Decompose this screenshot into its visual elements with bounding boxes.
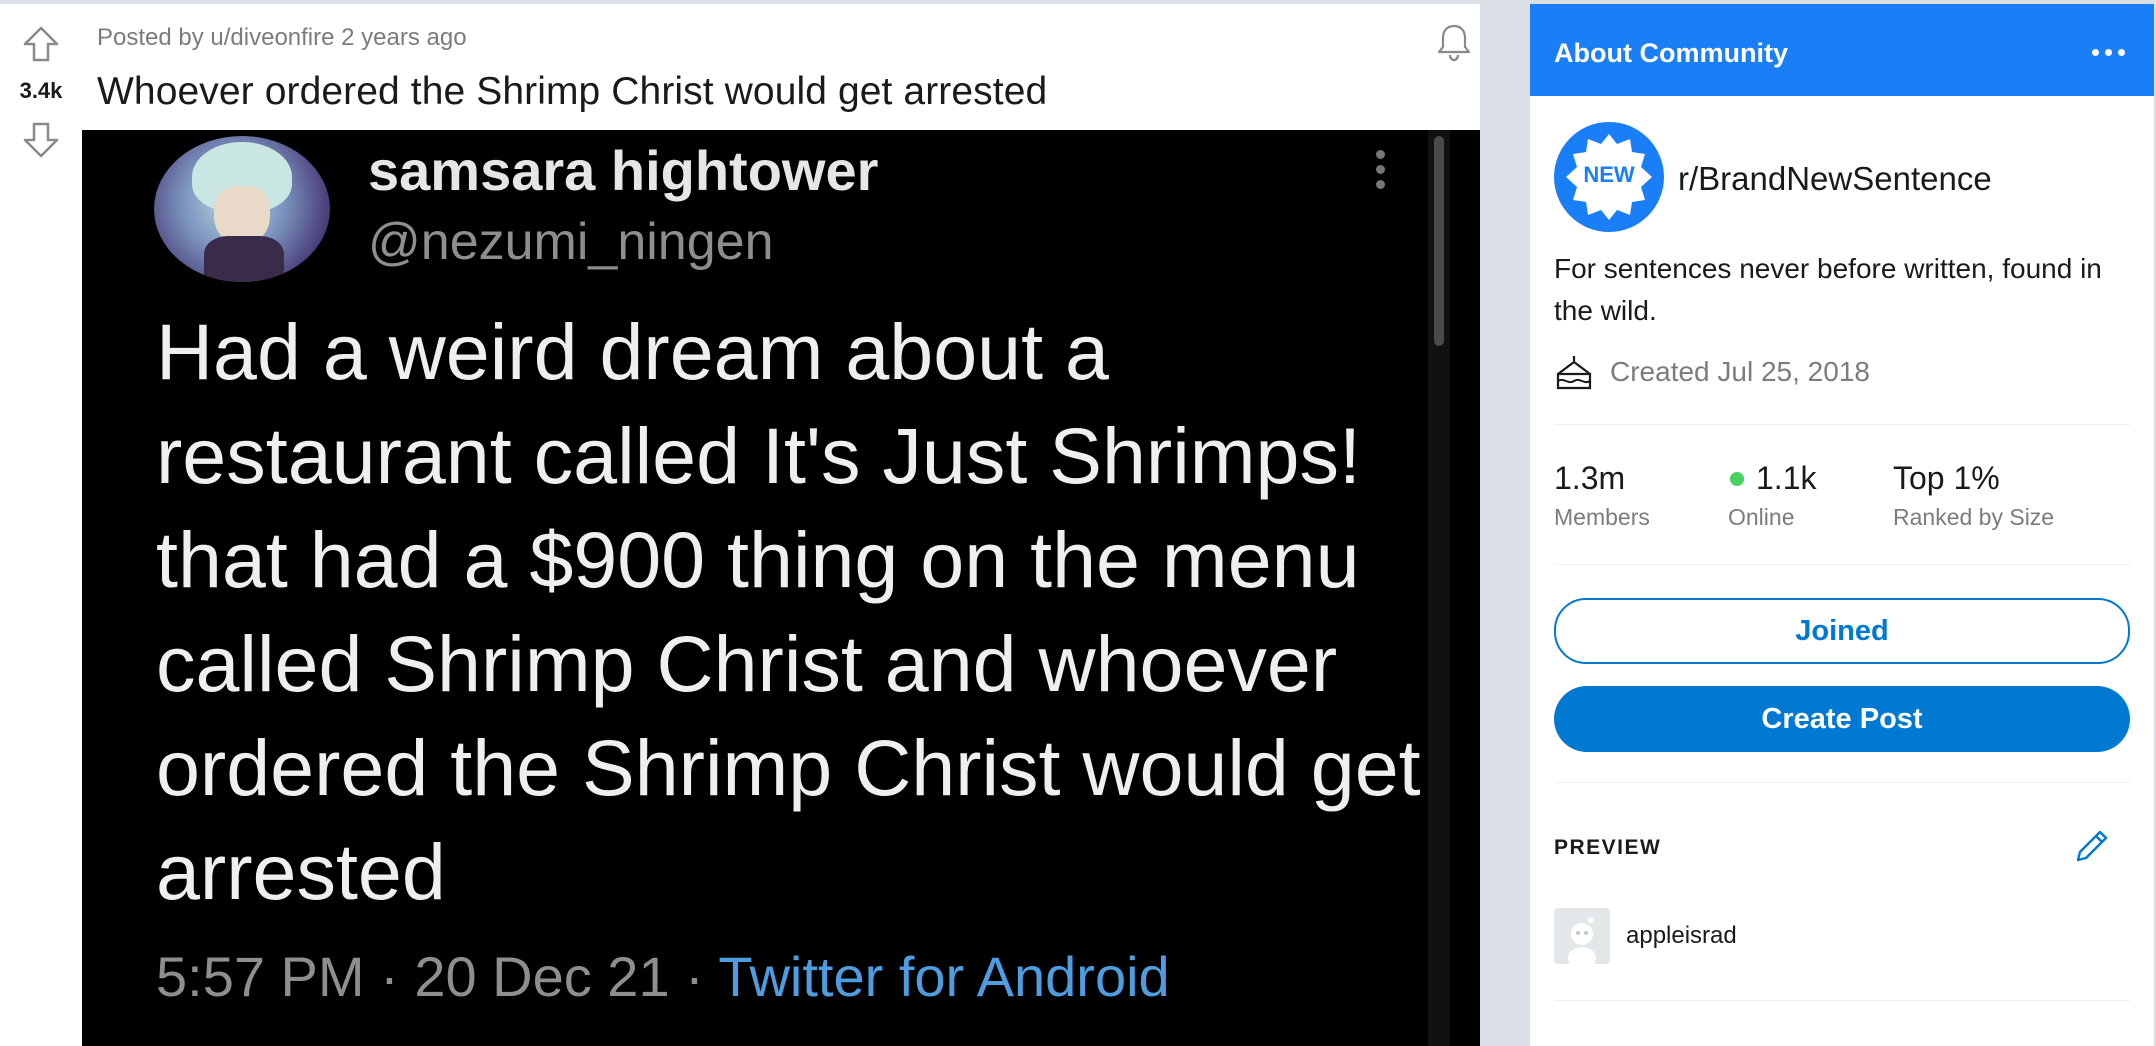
tweet-client: Twitter for Android: [718, 945, 1170, 1008]
notification-bell-button[interactable]: [1432, 20, 1476, 64]
tweet-author-name: samsara hightower: [368, 139, 879, 202]
joined-button[interactable]: Joined: [1554, 598, 2130, 664]
post-image[interactable]: samsara hightower @nezumi_ningen Had a w…: [82, 130, 1480, 1046]
vote-column: 3.4k: [0, 4, 82, 1046]
divider: [1554, 424, 2130, 425]
tweet-timestamp: 5:57 PM · 20 Dec 21 ·: [156, 945, 719, 1008]
post-meta: Posted by u/diveonfire 2 years ago: [97, 24, 467, 51]
preview-user-avatar: [1554, 908, 1610, 964]
community-icon[interactable]: NEW: [1554, 122, 1664, 232]
about-community-sidebar: About Community NEW r/BrandNewSentence F…: [1530, 4, 2154, 1046]
subreddit-name[interactable]: r/BrandNewSentence: [1678, 160, 1992, 198]
tweet-avatar: [154, 136, 330, 282]
tweet-author-handle: @nezumi_ningen: [368, 213, 774, 271]
post-title[interactable]: Whoever ordered the Shrimp Christ would …: [97, 70, 1047, 114]
members-count: 1.3m: [1554, 460, 1626, 496]
created-date: Created Jul 25, 2018: [1610, 356, 1870, 387]
downvote-icon: [23, 122, 59, 158]
rank-value: Top 1%: [1893, 460, 2000, 496]
divider: [1554, 564, 2130, 565]
tweet-footer: 5:57 PM · 20 Dec 21 · Twitter for Androi…: [156, 944, 1170, 1009]
online-indicator: [1730, 472, 1744, 486]
tweet-text: Had a weird dream about a restaurant cal…: [156, 307, 1421, 916]
upvote-button[interactable]: [19, 22, 63, 66]
create-post-button[interactable]: Create Post: [1554, 686, 2130, 752]
downvote-button[interactable]: [19, 118, 63, 162]
vote-count: 3.4k: [19, 78, 63, 103]
preview-username[interactable]: appleisrad: [1626, 922, 1737, 950]
online-count: 1.1k: [1756, 460, 1817, 496]
badge-text: NEW: [1583, 162, 1635, 187]
divider: [1554, 782, 2130, 783]
preview-label: PREVIEW: [1554, 836, 1662, 859]
more-icon: [2091, 48, 2099, 56]
more-options-button[interactable]: [2086, 32, 2130, 72]
online-label: Online: [1728, 504, 1795, 530]
divider: [1554, 1000, 2130, 1001]
image-scrollbar: [1434, 136, 1444, 346]
bell-icon: [1437, 24, 1471, 62]
sidebar-header-title: About Community: [1554, 38, 1788, 68]
upvote-icon: [23, 26, 59, 62]
tweet-more-icon: [1370, 144, 1390, 204]
post-card: 3.4k Posted by u/diveonfire 2 years ago …: [0, 4, 1480, 1046]
cake-icon: [1556, 356, 1592, 390]
community-description: For sentences never before written, foun…: [1554, 253, 2102, 326]
sidebar-header: About Community: [1530, 4, 2154, 96]
members-label: Members: [1554, 504, 1650, 530]
rank-label: Ranked by Size: [1893, 504, 2055, 530]
pencil-icon[interactable]: [2070, 824, 2114, 868]
